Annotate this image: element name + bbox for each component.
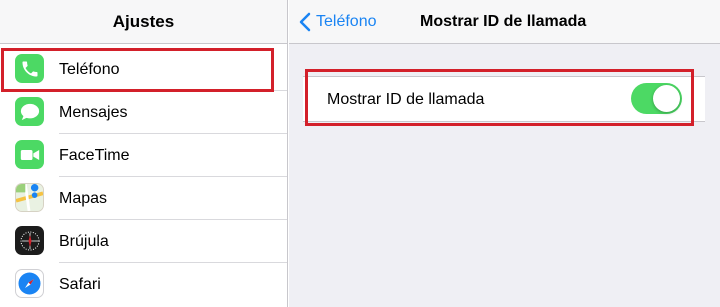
sidebar-item-label: Mapas bbox=[59, 189, 108, 207]
safari-icon bbox=[15, 269, 44, 298]
sidebar-item-brujula[interactable]: Brújula bbox=[0, 220, 287, 263]
phone-icon bbox=[15, 54, 44, 83]
sidebar-item-mensajes[interactable]: Mensajes bbox=[0, 91, 287, 134]
back-button[interactable]: Teléfono bbox=[299, 0, 377, 44]
caller-id-toggle[interactable] bbox=[631, 83, 682, 114]
detail-header: Teléfono Mostrar ID de llamada bbox=[289, 0, 720, 44]
sidebar-header: Ajustes bbox=[0, 0, 287, 44]
detail-panel: Teléfono Mostrar ID de llamada Mostrar I… bbox=[289, 0, 720, 307]
facetime-icon bbox=[15, 140, 44, 169]
caller-id-label: Mostrar ID de llamada bbox=[327, 91, 485, 108]
sidebar-item-label: Mensajes bbox=[59, 103, 128, 121]
back-button-label: Teléfono bbox=[316, 13, 377, 30]
page-title: Mostrar ID de llamada bbox=[420, 13, 587, 30]
sidebar-list: Teléfono Mensajes FaceTime Mapas Brújula… bbox=[0, 48, 287, 306]
caller-id-setting-row: Mostrar ID de llamada bbox=[303, 76, 705, 122]
sidebar-item-mapas[interactable]: Mapas bbox=[0, 177, 287, 220]
sidebar-item-facetime[interactable]: FaceTime bbox=[0, 134, 287, 177]
sidebar-item-label: Brújula bbox=[59, 232, 109, 250]
compass-icon bbox=[15, 226, 44, 255]
chevron-left-icon bbox=[299, 12, 311, 32]
settings-sidebar: Ajustes Teléfono Mensajes FaceTime Mapas… bbox=[0, 0, 288, 307]
sidebar-item-label: Teléfono bbox=[59, 60, 120, 78]
sidebar-item-label: FaceTime bbox=[59, 146, 130, 164]
maps-icon bbox=[15, 183, 44, 212]
toggle-knob bbox=[653, 85, 680, 112]
sidebar-item-label: Safari bbox=[59, 275, 101, 293]
sidebar-item-safari[interactable]: Safari bbox=[0, 263, 287, 306]
messages-icon bbox=[15, 97, 44, 126]
sidebar-title: Ajustes bbox=[112, 11, 175, 31]
sidebar-item-telefono[interactable]: Teléfono bbox=[0, 48, 287, 91]
